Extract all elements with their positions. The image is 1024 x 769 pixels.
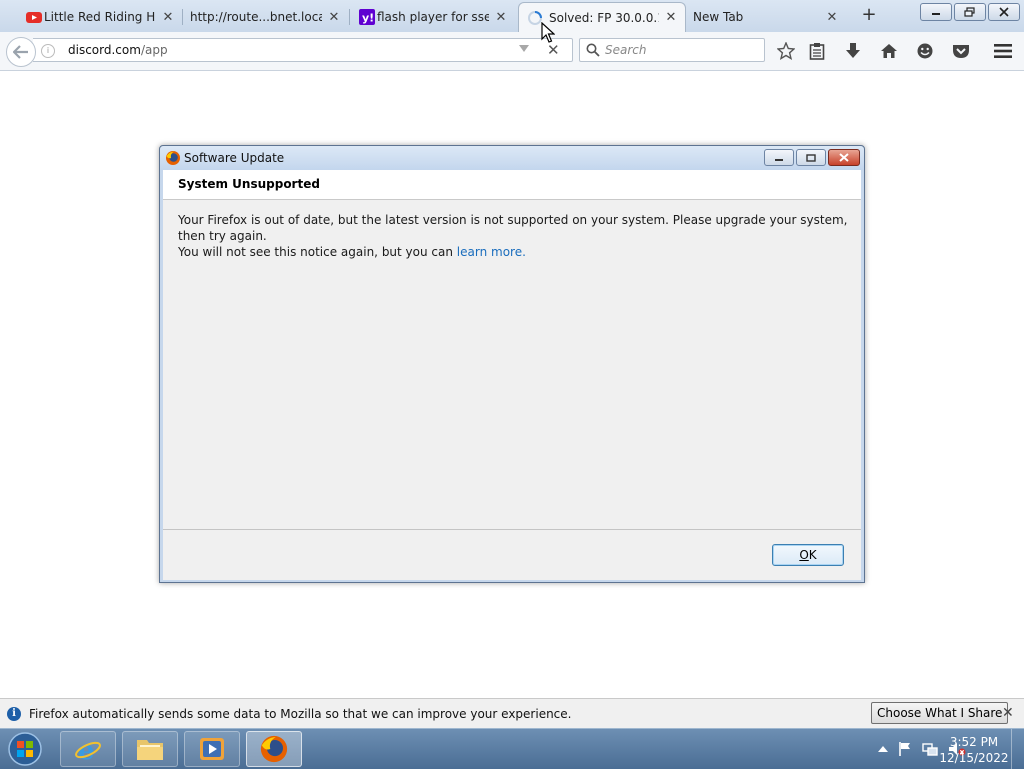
tab-router[interactable]: http://route...bnet.local/ ✕	[168, 3, 348, 31]
home-button[interactable]	[879, 41, 899, 61]
back-button[interactable]	[6, 37, 36, 67]
tab-label: flash player for sse ...	[377, 10, 489, 24]
menu-button[interactable]	[993, 41, 1013, 61]
bookmark-star-button[interactable]	[776, 41, 796, 61]
svg-text:y!: y!	[362, 12, 374, 25]
tab-label: Solved: FP 30.0.0.1...	[549, 10, 659, 25]
dialog-heading: System Unsupported	[178, 177, 320, 191]
restore-button[interactable]	[954, 3, 986, 21]
message-line-2: You will not see this notice again, but …	[178, 245, 457, 259]
search-icon	[586, 43, 600, 57]
search-bar[interactable]: Search	[579, 38, 765, 62]
maximize-icon	[806, 153, 816, 162]
hello-button[interactable]	[915, 41, 935, 61]
close-icon[interactable]: ✕	[826, 10, 838, 25]
choose-what-i-share-button[interactable]: Choose What I Share	[871, 702, 1009, 724]
navigation-toolbar: i discord.com/app ✕ Search	[0, 32, 1024, 71]
minimize-button[interactable]	[920, 3, 952, 21]
tab-label: http://route...bnet.local/	[190, 10, 322, 24]
ok-label: K	[808, 548, 817, 562]
tab-yahoo[interactable]: y! flash player for sse ... ✕	[355, 3, 515, 31]
firefox-icon	[260, 735, 288, 763]
folder-icon	[137, 740, 163, 760]
dialog-close-button[interactable]	[828, 149, 860, 166]
minimize-icon	[775, 158, 783, 161]
dialog-window-controls	[764, 149, 860, 166]
info-icon: i	[7, 707, 21, 721]
media-player-icon	[200, 738, 224, 760]
taskbar-internet-explorer[interactable]: e	[60, 731, 116, 767]
dialog-footer: OK	[163, 530, 861, 580]
url-text[interactable]: discord.com/app	[68, 43, 168, 57]
window-controls	[920, 3, 1020, 21]
download-arrow-icon	[846, 43, 860, 58]
telemetry-notification-bar: i Firefox automatically sends some data …	[0, 698, 1024, 729]
action-center-flag-icon[interactable]	[898, 741, 912, 757]
close-icon[interactable]: ✕	[1002, 705, 1014, 721]
close-icon[interactable]: ✕	[495, 10, 507, 25]
show-hidden-icons-icon[interactable]	[878, 745, 888, 753]
star-icon	[777, 42, 795, 60]
mouse-pointer-icon	[541, 22, 555, 43]
clipboard-icon	[809, 43, 825, 60]
pocket-button[interactable]	[951, 41, 971, 61]
dialog-header: System Unsupported	[163, 170, 861, 200]
home-icon	[881, 44, 897, 58]
tab-youtube[interactable]: Little Red Riding H... ✕	[22, 3, 182, 31]
tab-new-tab[interactable]: New Tab ✕	[686, 3, 846, 31]
learn-more-link[interactable]: learn more.	[457, 245, 526, 259]
close-icon[interactable]: ✕	[328, 10, 340, 25]
tab-strip: Little Red Riding H... ✕ http://route...…	[0, 0, 1024, 32]
tab-separator	[349, 9, 350, 25]
search-placeholder: Search	[605, 43, 647, 57]
system-clock[interactable]: 3:52 PM 12/15/2022	[938, 734, 1010, 766]
show-desktop-button[interactable]	[1011, 729, 1024, 769]
svg-text:e: e	[78, 736, 95, 764]
clock-time: 3:52 PM	[949, 735, 999, 749]
ok-button[interactable]: OK	[772, 544, 844, 566]
dialog-title: Software Update	[184, 151, 285, 165]
taskbar-explorer[interactable]	[122, 731, 178, 767]
message-line-1: Your Firefox is out of date, but the lat…	[178, 213, 848, 243]
close-window-button[interactable]	[988, 3, 1020, 21]
dialog-titlebar[interactable]: Software Update	[160, 146, 864, 170]
url-host: discord.com	[68, 43, 141, 57]
tab-label: New Tab	[693, 10, 744, 24]
clock-date: 12/15/2022	[939, 751, 1009, 765]
minimize-icon	[932, 13, 940, 15]
taskbar: e 3:52 PM 12/15/2022	[0, 728, 1024, 769]
close-icon	[999, 7, 1009, 17]
reading-list-button[interactable]	[807, 41, 827, 61]
close-icon[interactable]: ✕	[665, 10, 677, 25]
network-icon[interactable]	[922, 741, 938, 757]
back-arrow-icon	[13, 45, 28, 59]
ok-mnemonic: O	[799, 548, 809, 562]
taskbar-firefox[interactable]	[246, 731, 302, 767]
youtube-icon	[26, 12, 42, 23]
hamburger-menu-icon	[994, 44, 1012, 58]
tab-label: Little Red Riding H...	[44, 10, 156, 24]
software-update-dialog: Software Update System Unsupported Your …	[159, 145, 865, 583]
info-icon[interactable]: i	[41, 44, 55, 58]
yahoo-icon: y!	[359, 9, 375, 25]
downloads-button[interactable]	[843, 41, 863, 61]
restore-icon	[964, 7, 975, 17]
dialog-maximize-button[interactable]	[796, 149, 826, 166]
notification-text: Firefox automatically sends some data to…	[29, 707, 572, 721]
url-bar[interactable]: i discord.com/app ✕	[33, 38, 573, 62]
dialog-message: Your Firefox is out of date, but the lat…	[178, 212, 848, 260]
taskbar-media-player[interactable]	[184, 731, 240, 767]
dropdown-arrow-icon[interactable]	[519, 45, 529, 53]
start-button[interactable]	[5, 731, 45, 767]
dialog-minimize-button[interactable]	[764, 149, 794, 166]
smiley-icon	[917, 43, 933, 59]
dialog-body: Your Firefox is out of date, but the lat…	[163, 200, 861, 530]
pocket-icon	[953, 45, 969, 58]
internet-explorer-icon: e	[75, 736, 101, 764]
new-tab-button[interactable]: +	[859, 6, 879, 26]
close-icon	[839, 153, 849, 162]
firefox-icon	[166, 151, 180, 165]
url-path: /app	[140, 43, 168, 57]
